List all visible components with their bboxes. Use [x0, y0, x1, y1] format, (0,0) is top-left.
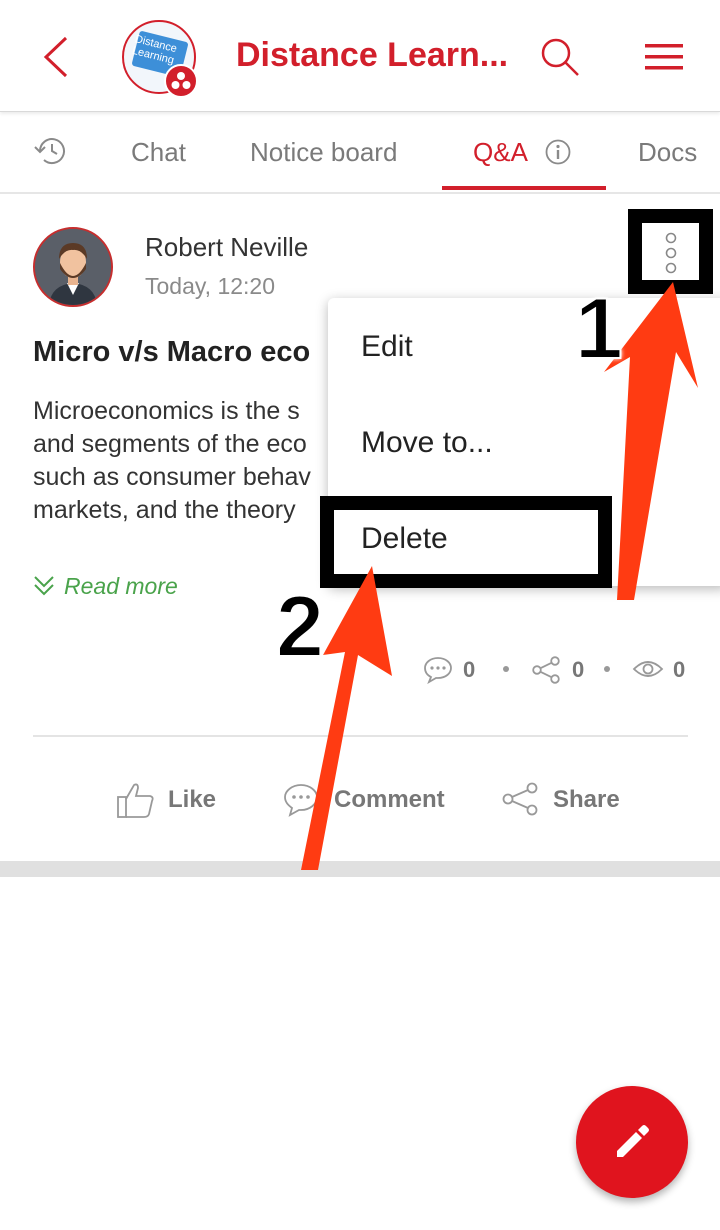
compose-fab[interactable] — [576, 1086, 688, 1198]
step-1-label: 1 — [574, 280, 624, 378]
annotation-arrows — [301, 282, 698, 870]
step-2-label: 2 — [275, 578, 325, 676]
pencil-icon — [617, 1125, 649, 1157]
